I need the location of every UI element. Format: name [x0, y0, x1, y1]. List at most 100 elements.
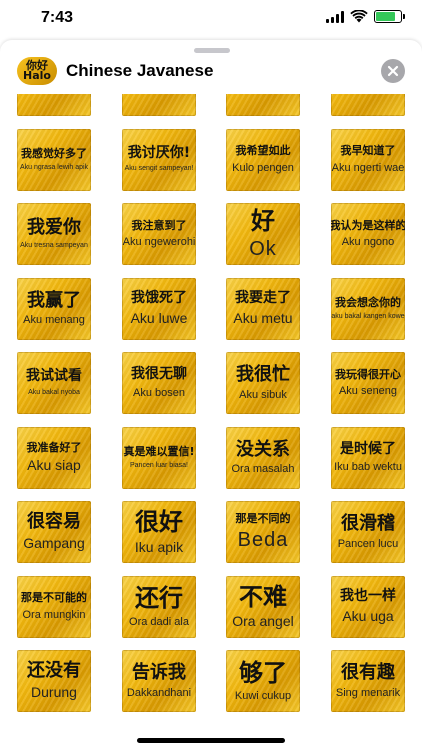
- sticker-tile[interactable]: 我准备好了 Aku siap: [17, 426, 91, 489]
- status-icons: [326, 10, 405, 23]
- sticker-chinese-text: 真是难以置信!: [123, 444, 195, 458]
- sticker-javanese-text: Ora mungkin: [22, 608, 86, 621]
- sticker-chinese-text: 我注意到了: [131, 218, 187, 232]
- sticker-tile[interactable]: 很好 Iku apik: [122, 501, 196, 563]
- sticker-chinese-text: 是时候了: [340, 440, 396, 457]
- sticker-chinese-text: 那是不可能的: [21, 591, 87, 605]
- sticker-chinese-text: 我玩得很开心: [335, 367, 401, 381]
- sheet-title: Chinese Javanese: [66, 61, 214, 80]
- sticker-row: 我赢了 Aku menang 我饿死了 Aku luwe 我要走了 Aku metu 我会想…: [0, 277, 422, 340]
- sticker-tile[interactable]: 我饿死了 Aku luwe: [122, 277, 196, 340]
- sticker-chinese-text: 我认为是这样的: [331, 218, 405, 232]
- status-bar: 7:43: [0, 0, 422, 40]
- sticker-tile[interactable]: 我也一样 Aku uga: [331, 575, 405, 638]
- sticker-javanese-text: Aku menang: [23, 314, 85, 327]
- sticker-row: 我爱你 Aku tresna sampeyan 我注意到了 Aku ngewerohi…: [0, 203, 422, 265]
- sticker-grid-scroll[interactable]: Aku ora dewe weweh Aku ora ngerti maksude…: [0, 94, 422, 734]
- sticker-tile[interactable]: 我讨厌你! Aku sengit sampeyan!: [122, 128, 196, 191]
- sticker-javanese-text: Aku bakal nyoba: [28, 388, 80, 396]
- sticker-javanese-text: Kuwi cukup: [234, 690, 292, 703]
- sticker-chinese-text: 我准备好了: [26, 440, 82, 454]
- sticker-javanese-text: Sing menarik: [335, 686, 401, 699]
- home-indicator[interactable]: [137, 738, 285, 743]
- sticker-tile[interactable]: 我试试看 Aku bakal nyoba: [17, 352, 91, 414]
- sticker-tile[interactable]: 还没有 Durung: [17, 650, 91, 712]
- sticker-sheet: 你好 Halo Chinese Javanese Aku ora dewe we…: [0, 40, 422, 750]
- sticker-tile[interactable]: Aku ora ngerti maksude: [122, 94, 196, 116]
- sticker-tile[interactable]: 我注意到了 Aku ngewerohi: [122, 203, 196, 265]
- sticker-tile[interactable]: 很滑稽 Pancen lucu: [331, 501, 405, 563]
- sticker-tile[interactable]: Aku ora seneng: [226, 94, 300, 116]
- sticker-javanese-text: Aku ngono: [341, 236, 395, 248]
- sticker-tile[interactable]: 不难 Ora angel: [226, 575, 300, 638]
- sticker-javanese-text: Ora masalah: [231, 463, 295, 476]
- sticker-tile[interactable]: 我很忙 Aku sibuk: [226, 352, 300, 414]
- sticker-javanese-text: Iku apik: [134, 538, 184, 555]
- sticker-chinese-text: 好: [251, 206, 275, 235]
- close-x-icon: [387, 65, 399, 77]
- sticker-chinese-text: 告诉我: [132, 662, 186, 684]
- sticker-chinese-text: 很有趣: [341, 662, 395, 684]
- sticker-chinese-text: 我饿死了: [131, 290, 187, 307]
- sticker-javanese-text: Aku sibuk: [239, 388, 287, 401]
- sticker-row: 我感觉好多了 Aku ngrasa lewih apik 我讨厌你! Aku seng…: [0, 128, 422, 191]
- close-button[interactable]: [381, 59, 405, 83]
- sticker-tile[interactable]: 我希望如此 Kulo pengen: [226, 128, 300, 191]
- sticker-tile[interactable]: 我认为是这样的 Aku ngono: [331, 203, 405, 265]
- sticker-tile[interactable]: 那是不同的 Beda: [226, 501, 300, 563]
- sticker-tile[interactable]: 没关系 Ora masalah: [226, 426, 300, 489]
- sticker-chinese-text: 够了: [239, 658, 287, 687]
- sticker-tile[interactable]: 够了 Kuwi cukup: [226, 650, 300, 712]
- sticker-tile[interactable]: 我赢了 Aku menang: [17, 277, 91, 340]
- sticker-tile[interactable]: 我很无聊 Aku bosen: [122, 352, 196, 414]
- sticker-chinese-text: 我试试看: [26, 368, 82, 385]
- sticker-tile[interactable]: 我要走了 Aku metu: [226, 277, 300, 340]
- sticker-javanese-text: Aku ngewerohi: [122, 236, 196, 248]
- sticker-javanese-text: Ora dadi ala: [129, 615, 189, 628]
- sticker-javanese-text: Ora angel: [232, 613, 294, 629]
- sticker-tile[interactable]: 我早知道了 Aku ngerti wae: [331, 128, 405, 191]
- sticker-javanese-text: Pancen luar biasa!: [130, 461, 188, 469]
- sticker-tile[interactable]: 是时候了 Iku bab wektu: [331, 426, 405, 489]
- sticker-row: 还没有 Durung 告诉我 Dakkandhani 够了 Kuwi cukup 很有趣 Si…: [0, 650, 422, 712]
- sticker-javanese-text: Aku ngerti wae: [331, 161, 405, 174]
- signal-icon: [326, 10, 344, 23]
- sticker-tile[interactable]: 我爱你 Aku tresna sampeyan: [17, 203, 91, 265]
- sticker-tile[interactable]: 那是不可能的 Ora mungkin: [17, 575, 91, 638]
- sticker-tile[interactable]: 我会想念你的 aku bakal kangen kowe: [331, 277, 405, 340]
- sticker-tile[interactable]: 很有趣 Sing menarik: [331, 650, 405, 712]
- sticker-tile[interactable]: 还行 Ora dadi ala: [122, 575, 196, 638]
- sticker-chinese-text: 很好: [135, 508, 183, 537]
- sticker-tile[interactable]: 我感觉好多了 Aku ngrasa lewih apik: [17, 128, 91, 191]
- sticker-chinese-text: 我很忙: [236, 364, 290, 386]
- sticker-tile[interactable]: 很容易 Gampang: [17, 501, 91, 563]
- sticker-javanese-text: Iku bab wektu: [334, 461, 402, 474]
- sticker-tile[interactable]: 真是难以置信! Pancen luar biasa!: [122, 426, 196, 489]
- sticker-javanese-text: Pancen lucu: [337, 537, 399, 550]
- sticker-chinese-text: 很容易: [27, 511, 81, 533]
- sticker-javanese-text: Kulo pengen: [232, 161, 294, 174]
- sticker-javanese-text: Aku siap: [27, 456, 81, 473]
- sticker-row: 很容易 Gampang 很好 Iku apik 那是不同的 Beda 很滑稽 Pancen l…: [0, 501, 422, 563]
- sticker-chinese-text: 我讨厌你!: [127, 144, 191, 161]
- sheet-grabber[interactable]: [194, 48, 230, 53]
- sticker-javanese-text: Aku uga: [342, 607, 394, 624]
- sticker-javanese-text: Aku luwe: [130, 309, 188, 326]
- sticker-chinese-text: 我很无聊: [131, 366, 187, 383]
- app-icon-text: 你好 Halo: [23, 59, 51, 82]
- sticker-chinese-text: 我也一样: [340, 588, 396, 605]
- sticker-tile[interactable]: 告诉我 Dakkandhani: [122, 650, 196, 712]
- sticker-javanese-text: Aku tresna sampeyan: [20, 242, 88, 250]
- sticker-chinese-text: 我感觉好多了: [21, 146, 87, 160]
- sticker-javanese-text: Durung: [31, 684, 77, 701]
- sticker-javanese-text: Aku sengit sampeyan!: [124, 165, 194, 173]
- sticker-chinese-text: 我会想念你的: [335, 295, 401, 309]
- sticker-chinese-text: 还行: [135, 584, 183, 613]
- sticker-javanese-text: Aku ngrasa lewih apik: [19, 163, 89, 171]
- sticker-tile[interactable]: Aku ora dewe weweh: [17, 94, 91, 116]
- sticker-row: 我准备好了 Aku siap 真是难以置信! Pancen luar biasa! 没关…: [0, 426, 422, 489]
- sticker-tile[interactable]: Aku ora ritliki: [331, 94, 405, 116]
- sticker-chinese-text: 还没有: [27, 660, 81, 682]
- sticker-tile[interactable]: 好 Ok: [226, 203, 300, 265]
- sticker-tile[interactable]: 我玩得很开心 Aku seneng: [331, 352, 405, 414]
